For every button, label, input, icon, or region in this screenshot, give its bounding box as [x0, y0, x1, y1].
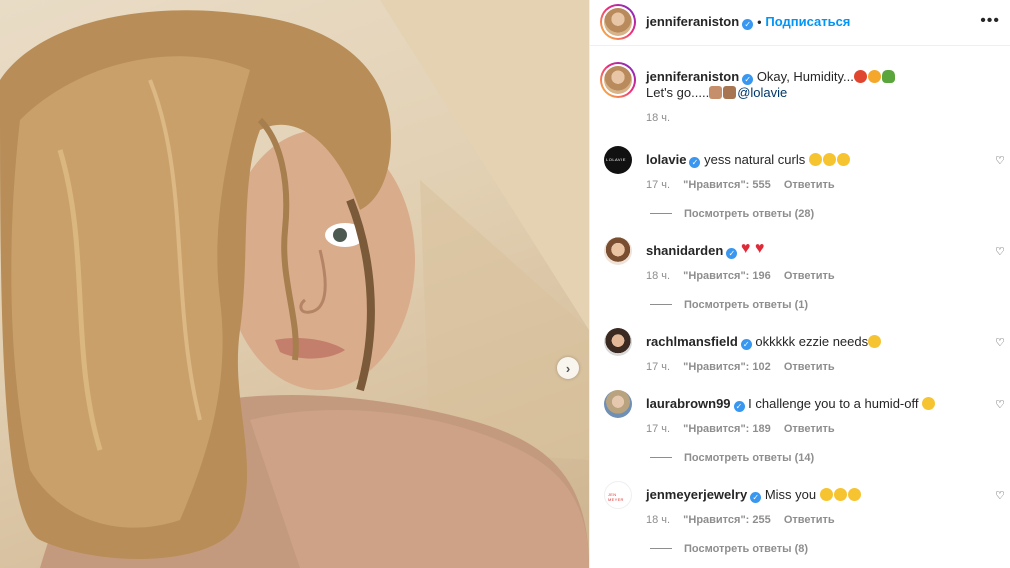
caption-timestamp[interactable]: 18 ч. — [646, 112, 670, 124]
comment-text: rachlmansfield ✓ okkkkk ezzie needs — [646, 334, 976, 350]
comment-meta: 17 ч. "Нравится": 555 Ответить — [646, 179, 845, 191]
comment-meta: 17 ч. "Нравится": 102 Ответить — [646, 361, 845, 373]
comment-item: laurabrown99 ✓ I challenge you to a humid… — [590, 390, 1010, 470]
comment-likes-count[interactable]: "Нравится": 555 — [683, 179, 771, 191]
more-options-icon[interactable]: ••• — [980, 12, 1000, 30]
post-header: jenniferaniston ✓ • Подписаться ••• — [590, 0, 1010, 46]
comment-timestamp[interactable]: 17 ч. — [646, 423, 670, 435]
comment-message: Miss you — [764, 487, 817, 502]
comment-timestamp[interactable]: 17 ч. — [646, 361, 670, 373]
commenter-username[interactable]: jenmeyerjewelry — [646, 487, 747, 502]
reply-button[interactable]: Ответить — [784, 423, 835, 435]
comment-text: lolavie ✓ yess natural curls — [646, 152, 976, 168]
comment-text: shanidarden ✓ — [646, 241, 976, 259]
view-replies-label: Посмотреть ответы (28) — [684, 208, 815, 220]
caption-username[interactable]: jenniferaniston — [646, 69, 739, 84]
comment-meta: 18 ч. "Нравится": 196 Ответить — [646, 270, 845, 282]
verified-badge-icon: ✓ — [740, 339, 752, 350]
like-heart-icon[interactable]: ♡ — [995, 400, 1005, 411]
flexed-arm-emoji-icon — [723, 86, 737, 99]
verified-badge-icon: ✓ — [726, 248, 738, 259]
view-replies-label: Посмотреть ответы (14) — [684, 452, 815, 464]
star-eyes-emoji-icon — [819, 488, 833, 501]
selfie-illustration — [0, 0, 589, 568]
fist-emoji-icon — [709, 86, 723, 99]
reply-button[interactable]: Ответить — [784, 179, 835, 191]
carousel-next-button[interactable]: › — [557, 357, 579, 379]
comment-item: jenmeyerjewelry✓ Miss you 18 ч. "Нравитс… — [590, 481, 1010, 561]
view-replies-button[interactable]: Посмотреть ответы (28) — [650, 208, 814, 220]
view-replies-button[interactable]: Посмотреть ответы (8) — [650, 543, 808, 555]
star-eyes-emoji-icon — [833, 488, 847, 501]
caption-author-avatar[interactable] — [600, 62, 636, 98]
post-photo: › — [0, 0, 589, 568]
commenter-avatar[interactable] — [604, 146, 632, 174]
verified-badge-icon: ✓ — [750, 492, 762, 503]
verified-badge-icon: ✓ — [733, 401, 745, 412]
comment-message: okkkkk ezzie needs — [755, 334, 869, 349]
author-username[interactable]: jenniferaniston — [646, 14, 739, 29]
caption-mention-link[interactable]: @lolavie — [737, 85, 787, 100]
view-replies-button[interactable]: Посмотреть ответы (14) — [650, 452, 814, 464]
chevron-right-icon: › — [565, 360, 571, 376]
verified-badge-icon: ✓ — [742, 19, 754, 30]
post-side-panel: jenniferaniston ✓ • Подписаться ••• jennife… — [590, 0, 1010, 568]
commenter-avatar[interactable] — [604, 481, 632, 509]
comment-message: yess natural curls — [704, 152, 806, 167]
comment-likes-count[interactable]: "Нравится": 102 — [683, 361, 771, 373]
comment-text: jenmeyerjewelry ✓ Miss you — [646, 487, 976, 503]
caption-text: jenniferaniston ✓ Okay, Humidity... Let's… — [646, 69, 986, 101]
comment-meta: 18 ч. "Нравится": 255 Ответить — [646, 514, 845, 526]
reply-button[interactable]: Ответить — [784, 361, 835, 373]
comment-likes-count[interactable]: "Нравится": 196 — [683, 270, 771, 282]
verified-badge-icon: ✓ — [689, 157, 701, 168]
comment-likes-count[interactable]: "Нравится": 189 — [683, 423, 771, 435]
red-heart-emoji-icon — [741, 241, 754, 257]
view-replies-button[interactable]: Посмотреть ответы (1) — [650, 299, 808, 311]
hot-face-emoji-icon — [867, 70, 881, 83]
view-replies-label: Посмотреть ответы (1) — [684, 299, 809, 311]
comment-item: shanidarden✓ 18 ч. "Нравится": 196 Ответ… — [590, 237, 1010, 317]
comment-timestamp[interactable]: 18 ч. — [646, 270, 670, 282]
laughing-emoji-icon — [868, 335, 882, 348]
commenter-username[interactable]: laurabrown99 — [646, 396, 731, 411]
commenter-username[interactable]: shanidarden — [646, 243, 723, 258]
turtle-emoji-icon — [881, 70, 895, 83]
commenter-username[interactable]: rachlmansfield — [646, 334, 738, 349]
comment-text: laurabrown99 ✓ I challenge you to a humid… — [646, 396, 976, 412]
comment-timestamp[interactable]: 17 ч. — [646, 179, 670, 191]
comment-item: lolavie✓ yess natural curls 17 ч. "Нрави… — [590, 146, 1010, 226]
comment-meta: 17 ч. "Нравится": 189 Ответить — [646, 423, 845, 435]
reply-button[interactable]: Ответить — [784, 514, 835, 526]
comment-message: I challenge you to a humid-off — [748, 396, 919, 411]
view-replies-label: Посмотреть ответы (8) — [684, 543, 809, 555]
angry-face-emoji-icon — [853, 70, 867, 83]
star-eyes-emoji-icon — [808, 153, 822, 166]
red-heart-emoji-icon — [755, 241, 768, 257]
comment-timestamp[interactable]: 18 ч. — [646, 514, 670, 526]
comment-likes-count[interactable]: "Нравится": 255 — [683, 514, 771, 526]
commenter-username[interactable]: lolavie — [646, 152, 686, 167]
separator-dot: • — [757, 15, 762, 29]
star-eyes-emoji-icon — [822, 153, 836, 166]
like-heart-icon[interactable]: ♡ — [995, 338, 1005, 349]
follow-button[interactable]: Подписаться — [765, 14, 850, 29]
like-heart-icon[interactable]: ♡ — [995, 156, 1005, 167]
commenter-avatar[interactable] — [604, 237, 632, 265]
reply-button[interactable]: Ответить — [784, 270, 835, 282]
caption-line-1: Okay, Humidity... — [756, 69, 854, 84]
star-eyes-emoji-icon — [847, 488, 861, 501]
star-eyes-emoji-icon — [836, 153, 850, 166]
like-heart-icon[interactable]: ♡ — [995, 491, 1005, 502]
caption-line-2: Let's go..... — [646, 85, 710, 100]
like-heart-icon[interactable]: ♡ — [995, 247, 1005, 258]
commenter-avatar[interactable] — [604, 328, 632, 356]
commenter-avatar[interactable] — [604, 390, 632, 418]
author-avatar[interactable] — [600, 4, 636, 40]
verified-badge-icon: ✓ — [742, 74, 754, 85]
grinning-sweat-emoji-icon — [922, 397, 936, 410]
